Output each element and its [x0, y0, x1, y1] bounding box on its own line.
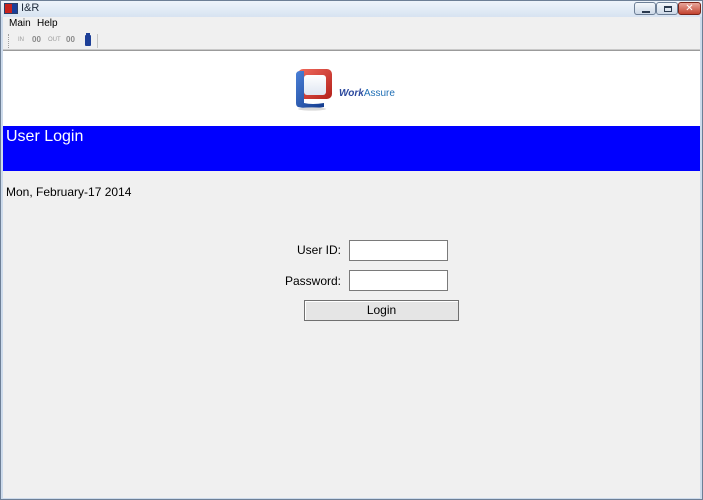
page-title: User Login: [6, 128, 84, 145]
toolbar: IN 00 OUT 00: [3, 32, 700, 50]
battery-icon[interactable]: [85, 33, 91, 46]
close-icon: ✕: [685, 3, 694, 14]
menu-bar: Main Help: [3, 17, 700, 32]
password-input[interactable]: [349, 270, 448, 291]
menu-help[interactable]: Help: [33, 18, 62, 29]
login-banner: User Login: [3, 126, 700, 171]
logo-word-assure: Assure: [363, 88, 395, 99]
maximize-icon: [664, 6, 672, 12]
title-bar[interactable]: I&R ✕: [1, 1, 702, 17]
logo-word-work: Work: [339, 88, 364, 99]
in-label: IN: [18, 37, 24, 43]
main-content: WorkAssure User Login Mon, February-17 2…: [3, 51, 700, 498]
minimize-button[interactable]: [634, 2, 656, 15]
out-label: OUT: [48, 37, 61, 43]
toolbar-grip[interactable]: [8, 34, 10, 48]
minimize-icon: [642, 11, 650, 13]
app-window: I&R ✕ Main Help IN 00 OUT 00 WorkAssure …: [0, 0, 703, 500]
maximize-button[interactable]: [656, 2, 678, 15]
in-count: 00: [32, 35, 41, 44]
current-date: Mon, February-17 2014: [6, 185, 132, 199]
workassure-logo-icon: [296, 69, 332, 111]
user-id-input[interactable]: [349, 240, 448, 261]
window-title: I&R: [21, 2, 40, 14]
toolbar-separator: [97, 34, 98, 48]
user-id-label: User ID:: [296, 243, 341, 257]
menu-main[interactable]: Main: [5, 18, 35, 29]
app-icon[interactable]: [4, 3, 18, 14]
logo-area: WorkAssure: [3, 51, 700, 126]
out-count: 00: [66, 35, 75, 44]
close-button[interactable]: ✕: [678, 2, 701, 15]
logo-wordmark: WorkAssure: [339, 88, 395, 99]
password-label: Password:: [284, 274, 341, 288]
login-button[interactable]: Login: [304, 300, 459, 321]
